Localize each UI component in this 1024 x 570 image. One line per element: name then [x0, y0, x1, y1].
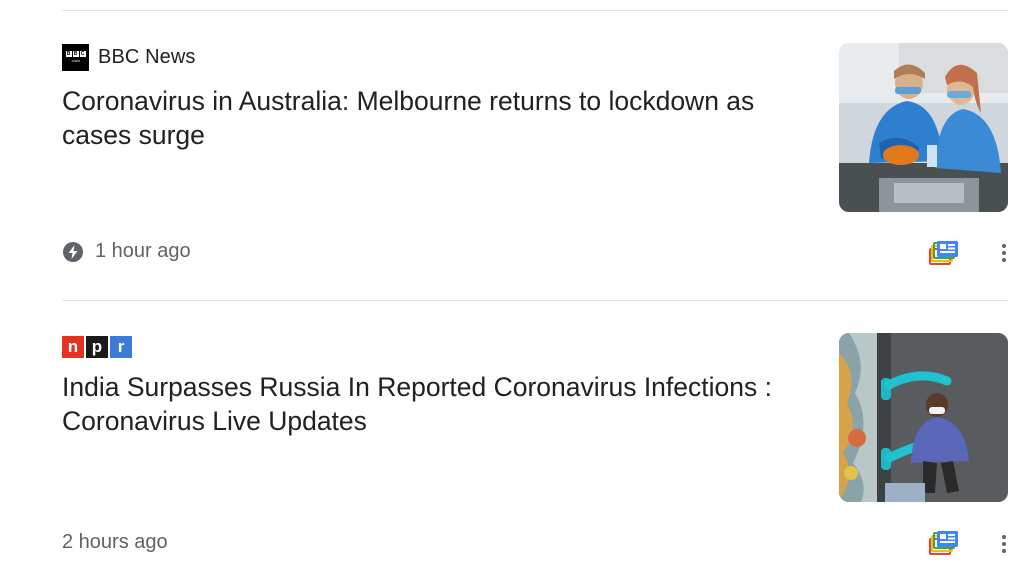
more-vert-icon[interactable] — [994, 530, 1014, 558]
publisher: BBC .com BBC News — [62, 43, 196, 71]
article-headline[interactable]: Coronavirus in Australia: Melbourne retu… — [62, 84, 822, 152]
article-time: 1 hour ago — [95, 240, 191, 262]
divider — [62, 300, 1008, 301]
article-headline[interactable]: India Surpasses Russia In Reported Coron… — [62, 370, 822, 438]
bolt-icon — [62, 241, 84, 263]
full-coverage-icon[interactable] — [929, 530, 959, 556]
thumbnail-image — [839, 43, 1008, 212]
article-time: 2 hours ago — [62, 531, 168, 553]
npr-logo: npr — [62, 336, 132, 358]
article-meta: 2 hours ago — [62, 531, 168, 554]
publisher-name: BBC News — [98, 45, 196, 68]
article-meta: 1 hour ago — [62, 240, 191, 263]
publisher: npr — [62, 333, 132, 361]
bbc-logo: BBC .com — [62, 43, 89, 71]
article-thumbnail[interactable] — [839, 333, 1008, 502]
article-thumbnail[interactable] — [839, 43, 1008, 212]
divider — [62, 10, 1008, 11]
thumbnail-image — [839, 333, 1008, 502]
news-feed: BBC .com BBC News Coronavirus in Austral… — [0, 0, 1024, 570]
full-coverage-icon[interactable] — [929, 240, 959, 266]
more-vert-icon[interactable] — [994, 239, 1014, 267]
